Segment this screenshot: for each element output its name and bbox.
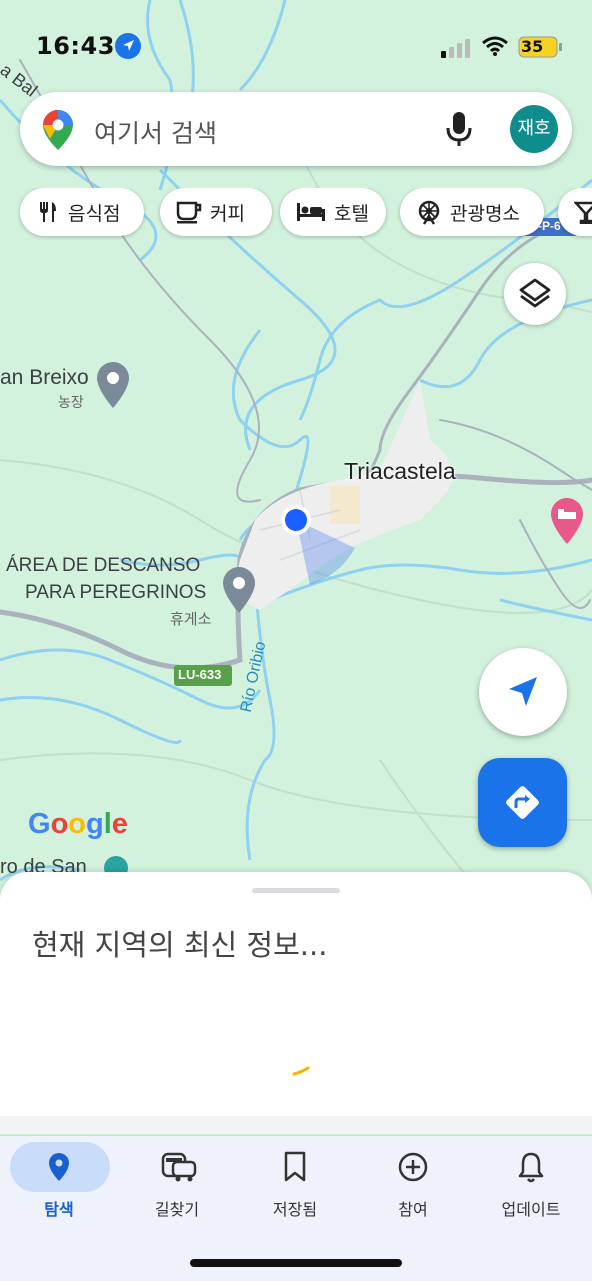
tab-label: 참여 [398, 1200, 428, 1219]
bookmark-icon [284, 1151, 306, 1182]
tab-updates[interactable]: 업데이트 [472, 1136, 590, 1236]
directions-button[interactable] [478, 758, 567, 847]
hotel-icon [297, 203, 325, 221]
category-chips: 음식점 커피 호텔 관광명소 [0, 188, 592, 240]
attraction-icon [418, 200, 440, 225]
battery-level: 35 [521, 37, 544, 56]
map-label-rest-area-category: 휴게소 [170, 611, 212, 628]
map-label-san-breixo-category: 농장 [58, 394, 84, 410]
coffee-icon [176, 201, 202, 224]
home-indicator[interactable] [190, 1259, 402, 1267]
maps-logo-icon [43, 110, 73, 150]
directions-icon [506, 786, 539, 819]
tab-label: 업데이트 [501, 1200, 561, 1219]
wifi-icon [482, 36, 508, 56]
restaurant-icon [40, 202, 56, 222]
chip-label: 호텔 [334, 202, 369, 225]
tab-directions[interactable]: 길찾기 [118, 1136, 236, 1236]
sheet-title: 현재 지역의 최신 정보... [32, 928, 328, 962]
tab-label: 저장됨 [272, 1200, 318, 1219]
chip-coffee[interactable]: 커피 [160, 188, 272, 236]
cellular-signal-icon [441, 39, 470, 58]
tab-saved[interactable]: 저장됨 [236, 1136, 354, 1236]
map-label-town[interactable]: Triacastela [344, 458, 456, 485]
tab-label: 탐색 [44, 1200, 74, 1219]
map-label-rest-area-line1[interactable]: ÁREA DE DESCANSO [6, 555, 200, 577]
map-label-san-breixo[interactable]: an Breixo [0, 366, 89, 390]
chip-more[interactable] [558, 188, 592, 236]
sheet-drag-handle[interactable] [252, 888, 340, 893]
google-logo: Google [28, 808, 128, 840]
search-bar[interactable]: 여기서 검색 재호 [20, 92, 572, 166]
layers-icon [519, 278, 551, 308]
chip-attractions[interactable]: 관광명소 [400, 188, 544, 236]
road-badge-lu633: LU-633 [178, 667, 222, 682]
loading-spinner-icon [292, 1066, 310, 1076]
bell-icon [518, 1152, 544, 1183]
status-bar: 16:43 35 [0, 0, 592, 80]
bar-icon [574, 201, 592, 224]
status-time: 16:43 [36, 32, 115, 60]
microphone-icon[interactable] [444, 110, 474, 148]
search-input[interactable]: 여기서 검색 [94, 114, 217, 150]
my-location-button[interactable] [479, 648, 567, 736]
bottom-sheet[interactable]: 현재 지역의 최신 정보... [0, 872, 592, 1132]
tab-explore[interactable]: 탐색 [0, 1136, 118, 1236]
chip-label: 커피 [210, 202, 245, 225]
explore-pin-icon [49, 1153, 69, 1181]
chip-label: 음식점 [68, 202, 121, 225]
add-circle-icon [398, 1152, 428, 1182]
chip-hotels[interactable]: 호텔 [280, 188, 386, 236]
navigation-arrow-icon [509, 677, 537, 706]
chip-restaurants[interactable]: 음식점 [20, 188, 144, 236]
sheet-divider [0, 1116, 592, 1134]
tab-label: 길찾기 [154, 1200, 200, 1219]
location-services-icon [115, 33, 141, 59]
account-avatar[interactable]: 재호 [510, 105, 558, 153]
chip-label: 관광명소 [450, 202, 520, 225]
car-icon [161, 1152, 197, 1182]
tab-contribute[interactable]: 참여 [354, 1136, 472, 1236]
map-layers-button[interactable] [504, 263, 566, 325]
map-label-rest-area-line2[interactable]: PARA PEREGRINOS [25, 582, 206, 604]
